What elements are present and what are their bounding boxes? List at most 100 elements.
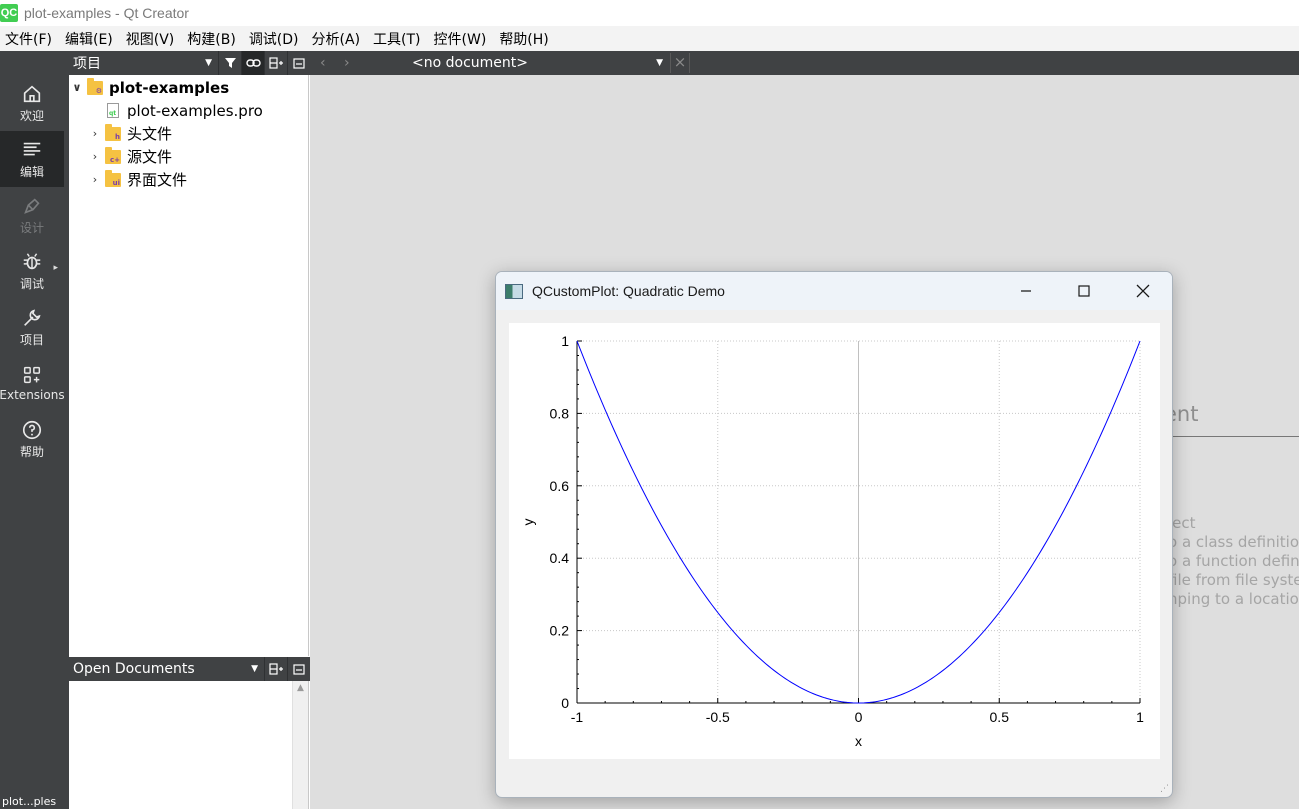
hint-line: nping to a location <box>1168 590 1299 608</box>
resize-grip-icon[interactable]: ⋰ <box>1160 784 1169 794</box>
menu-widgets[interactable]: 控件(W) <box>429 29 495 49</box>
tree-item-headers[interactable]: › h 头文件 <box>89 122 172 145</box>
open-documents-list[interactable]: ▲ <box>69 681 309 809</box>
editor-toolbar: ‹ › <no document> ▼ × <box>310 51 1299 75</box>
tree-item-label: 头文件 <box>127 125 173 143</box>
close-pane-icon[interactable] <box>287 51 310 75</box>
menu-analyze[interactable]: 分析(A) <box>307 29 369 49</box>
mode-help[interactable]: 帮助 <box>0 411 64 467</box>
edit-icon <box>23 142 41 155</box>
tree-item-pro-file[interactable]: qt plot-examples.pro <box>89 99 263 122</box>
tree-item-label: plot-examples.pro <box>127 101 263 120</box>
go-back-icon[interactable]: ‹ <box>320 55 334 71</box>
design-icon <box>24 197 40 214</box>
x-tick-label: 0 <box>855 709 863 725</box>
document-selector[interactable]: <no document> ▼ <box>410 51 665 75</box>
mode-selector: 欢迎 编辑 设计 调试 ▸ 项目 Extensions 帮助 plot...pl… <box>0 51 69 809</box>
menu-build[interactable]: 构建(B) <box>182 29 244 49</box>
filter-icon[interactable] <box>218 51 241 75</box>
split-icon[interactable] <box>264 657 287 681</box>
x-tick-label: 1 <box>1136 709 1144 725</box>
chevron-right-icon[interactable]: › <box>89 173 101 186</box>
close-button[interactable] <box>1120 276 1166 306</box>
quadratic-chart[interactable]: -1 -0.5 0 0.5 1 0 0.2 0.4 0.6 0.8 1 x y <box>509 323 1160 759</box>
close-icon <box>1136 284 1150 298</box>
menu-view[interactable]: 视图(V) <box>121 29 183 49</box>
hint-divider <box>1164 436 1299 437</box>
app-window-icon <box>505 283 523 299</box>
mode-projects[interactable]: 项目 <box>0 299 64 355</box>
menu-tools[interactable]: 工具(T) <box>368 29 428 49</box>
tree-item-label: 源文件 <box>127 148 173 166</box>
x-tick-label: 0.5 <box>990 709 1010 725</box>
project-pane-header: 项目 ▼ <box>69 51 310 75</box>
hint-line: file from file system <box>1168 571 1299 589</box>
title-bar: QC plot-examples - Qt Creator <box>0 0 1299 26</box>
qt-creator-logo-icon: QC <box>0 4 18 22</box>
hint-line: o a function definiti <box>1168 552 1299 570</box>
scrollbar[interactable]: ▲ <box>292 681 308 809</box>
menu-edit[interactable]: 编辑(E) <box>60 29 121 49</box>
project-folder-icon: ⚙ <box>87 77 103 95</box>
hint-line: o a class definition <box>1168 533 1299 551</box>
chevron-right-icon[interactable]: › <box>89 127 101 140</box>
wrench-icon <box>24 309 41 326</box>
chevron-down-icon[interactable]: ∨ <box>71 81 83 94</box>
mode-debug[interactable]: 调试 ▸ <box>0 243 64 299</box>
mode-label: 设计 <box>19 220 44 235</box>
tree-item-project[interactable]: ∨ ⚙ plot-examples <box>71 76 229 99</box>
link-with-editor-icon[interactable] <box>241 51 264 75</box>
scroll-up-icon[interactable]: ▲ <box>293 683 308 693</box>
form-folder-icon: ui <box>105 169 121 187</box>
expand-arrow-icon: ▸ <box>53 263 58 273</box>
chevron-down-icon[interactable]: ▼ <box>656 58 663 68</box>
y-tick-label: 1 <box>561 333 569 349</box>
window-title: plot-examples - Qt Creator <box>24 5 189 21</box>
mode-edit[interactable]: 编辑 <box>0 131 64 187</box>
mode-design[interactable]: 设计 <box>0 187 64 243</box>
y-tick-label: 0 <box>561 695 569 711</box>
split-icon[interactable] <box>264 51 287 75</box>
menu-bar: 文件(F) 编辑(E) 视图(V) 构建(B) 调试(D) 分析(A) 工具(T… <box>0 26 1299 51</box>
mode-label: 欢迎 <box>19 108 44 123</box>
y-axis-label: y <box>520 519 536 526</box>
mode-label: 调试 <box>19 276 44 291</box>
home-icon <box>23 85 41 102</box>
mode-extensions[interactable]: Extensions <box>0 355 65 411</box>
chevron-down-icon[interactable]: ▼ <box>251 664 258 674</box>
project-view-selector[interactable]: 项目 <box>69 53 205 73</box>
tree-item-sources[interactable]: › c+ 源文件 <box>89 145 172 168</box>
header-folder-icon: h <box>105 123 121 141</box>
chevron-down-icon[interactable]: ▼ <box>205 58 212 68</box>
open-documents-title[interactable]: Open Documents <box>69 661 251 677</box>
maximize-icon <box>1078 285 1090 297</box>
close-document-icon[interactable]: × <box>670 53 690 73</box>
plot-widget[interactable]: -1 -0.5 0 0.5 1 0 0.2 0.4 0.6 0.8 1 x y <box>509 323 1160 759</box>
menu-file[interactable]: 文件(F) <box>0 29 60 49</box>
chevron-right-icon[interactable]: › <box>89 150 101 163</box>
tree-item-forms[interactable]: › ui 界面文件 <box>89 168 187 191</box>
extensions-icon <box>23 366 41 384</box>
go-forward-icon[interactable]: › <box>344 55 358 71</box>
menu-help[interactable]: 帮助(H) <box>494 29 556 49</box>
mode-label: 帮助 <box>19 444 44 459</box>
pro-file-icon: qt <box>107 103 119 118</box>
minimize-button[interactable] <box>1003 276 1049 306</box>
plot-window-title: QCustomPlot: Quadratic Demo <box>532 283 725 299</box>
menu-debug[interactable]: 调试(D) <box>244 29 307 49</box>
help-icon <box>22 420 42 439</box>
session-label[interactable]: plot...ples <box>0 795 69 809</box>
close-pane-icon[interactable] <box>287 657 310 681</box>
x-tick-label: -1 <box>571 709 584 725</box>
mode-welcome[interactable]: 欢迎 <box>0 75 64 131</box>
x-tick-label: -0.5 <box>706 709 730 725</box>
minimize-icon <box>1021 290 1031 292</box>
mode-label: 编辑 <box>19 164 44 179</box>
y-tick-label: 0.8 <box>550 405 570 421</box>
maximize-button[interactable] <box>1061 276 1107 306</box>
mode-label: 项目 <box>19 332 44 347</box>
y-tick-label: 0.2 <box>550 623 570 639</box>
document-selector-label: <no document> <box>412 55 528 71</box>
mode-label: Extensions <box>0 388 65 402</box>
tree-item-label: 界面文件 <box>127 171 188 189</box>
